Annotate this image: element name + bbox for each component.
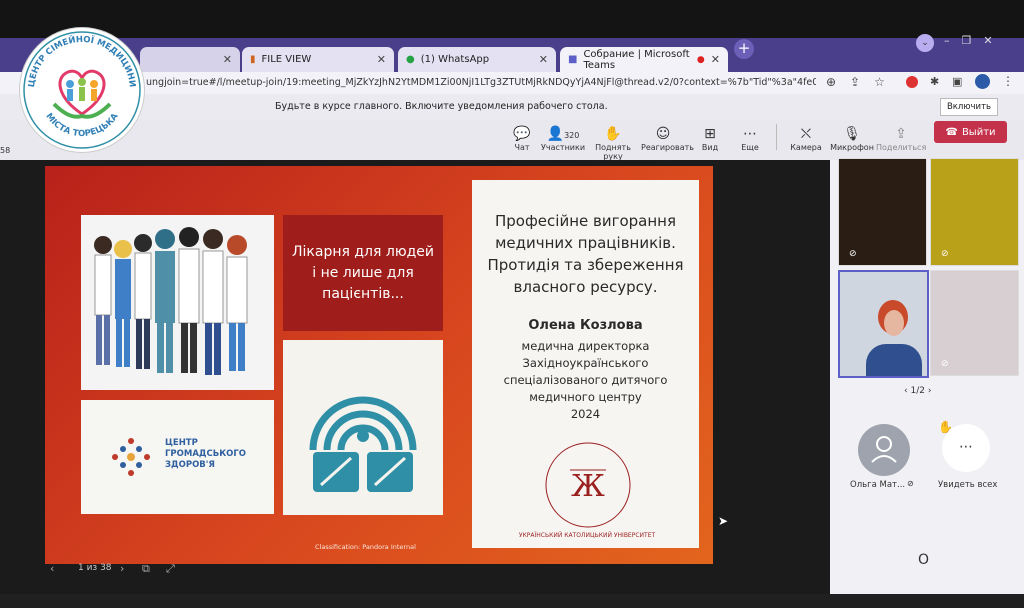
rail-pagination[interactable]: ‹ 1/2 › bbox=[904, 386, 931, 396]
close-icon[interactable]: ✕ bbox=[377, 53, 386, 66]
svg-text:Ж: Ж bbox=[571, 469, 605, 504]
center-logo-line: ЦЕНТР bbox=[165, 438, 198, 448]
toolbar-divider bbox=[776, 124, 777, 150]
university-name: УКРАЇНСЬКИЙ КАТОЛИЦЬКИЙ УНІВЕРСИТЕТ bbox=[518, 532, 656, 539]
video-tile[interactable]: ⊘ bbox=[930, 158, 1019, 266]
tab-label: FILE VIEW bbox=[261, 54, 312, 65]
tab-file-view[interactable]: ▮ FILE VIEW ✕ bbox=[242, 47, 394, 72]
video-tile[interactable]: ⊘ bbox=[838, 158, 927, 266]
puzzle-icon[interactable]: ✱ bbox=[930, 75, 939, 88]
mouse-cursor-icon: ➤ bbox=[718, 514, 729, 528]
fullscreen-icon[interactable]: ⤢ bbox=[166, 562, 175, 576]
address-bar[interactable]: ungjoin=true#/l/meetup-join/19:meeting_M… bbox=[0, 72, 1024, 94]
slogan-line: і не лише для bbox=[312, 264, 414, 281]
tab-teams[interactable]: ■ Собрание | Microsoft Teams ● ✕ bbox=[560, 47, 728, 72]
participants-button[interactable]: 👤320 Участники bbox=[541, 126, 585, 152]
url-text: ungjoin=true#/l/meetup-join/19:meeting_M… bbox=[146, 77, 816, 88]
view-button[interactable]: ⊞ Вид bbox=[688, 126, 732, 152]
taskbar bbox=[0, 594, 1024, 608]
center-logo-line: ЗДОРОВ'Я bbox=[165, 460, 215, 470]
notification-text: Будьте в курсе главного. Включите уведом… bbox=[275, 101, 608, 112]
more-button[interactable]: ⋯ Еще bbox=[728, 126, 772, 152]
profile-avatar[interactable] bbox=[975, 74, 990, 89]
dots-logo-icon bbox=[112, 438, 150, 476]
whatsapp-icon: ● bbox=[406, 54, 415, 65]
public-health-center-logo: ЦЕНТР ГРОМАДСЬКОГО ЗДОРОВ'Я bbox=[81, 400, 274, 514]
ellipsis-icon: ⋯ bbox=[743, 126, 757, 142]
toolbar-icons[interactable]: ⊕⇪☆ bbox=[826, 75, 899, 89]
chat-icon: 💬 bbox=[513, 126, 531, 142]
grid-icon: ⊞ bbox=[704, 126, 716, 142]
tab-search-icon[interactable]: ⌄ bbox=[916, 34, 934, 52]
menu-icon[interactable]: ⋮ bbox=[1002, 74, 1014, 88]
close-icon[interactable]: ✕ bbox=[711, 53, 720, 66]
next-slide-icon[interactable]: › bbox=[120, 562, 124, 575]
mic-button[interactable]: 🎙 Микрофон bbox=[828, 126, 876, 152]
speaker-body bbox=[866, 344, 922, 376]
mic-off-icon: ⊘ bbox=[849, 249, 857, 259]
new-tab-button[interactable]: + bbox=[734, 39, 754, 59]
tab-label: (1) WhatsApp bbox=[420, 54, 490, 65]
participant-avatar[interactable] bbox=[858, 424, 910, 476]
person-icon bbox=[871, 436, 897, 463]
slogan-line: пацієнтів... bbox=[322, 285, 404, 302]
center-logo-line: ГРОМАДСЬКОГО bbox=[165, 449, 247, 459]
mic-off-icon: ⊘ bbox=[907, 479, 914, 488]
close-icon[interactable]: ✕ bbox=[223, 53, 232, 66]
hand-icon: ✋ bbox=[604, 126, 622, 142]
share-icon: ⇪ bbox=[895, 126, 907, 142]
organization-logo-box bbox=[283, 340, 443, 515]
rail-bottom-letter: O bbox=[918, 552, 930, 568]
medical-staff-illustration bbox=[81, 215, 274, 390]
video-tile[interactable]: ⊘ bbox=[930, 270, 1019, 376]
people-icon: 👤320 bbox=[546, 126, 580, 142]
smiley-icon: ☺ bbox=[655, 126, 671, 142]
participant-name: Ольга Мат... bbox=[850, 480, 906, 490]
phone-icon: ☎ bbox=[945, 126, 958, 138]
mic-off-icon: ⊘ bbox=[941, 249, 949, 259]
clinic-logo-badge: ЦЕНТР СІМЕЙНОЇ МЕДИЦИНИ МІСТА ТОРЕЦЬКА bbox=[20, 28, 144, 152]
leave-button[interactable]: ☎ Выйти bbox=[934, 121, 1007, 143]
extension-icon[interactable] bbox=[906, 76, 918, 88]
slide-title: Професійне вигорання медичних працівникі… bbox=[487, 212, 684, 296]
chat-button[interactable]: 💬 Чат bbox=[500, 126, 544, 152]
tab-label: Собрание | Microsoft Teams bbox=[583, 48, 690, 71]
hospital-slogan-box: Лікарня для людей і не лише для пацієнті… bbox=[283, 215, 443, 331]
notification-bar: Будьте в курсе главного. Включите уведом… bbox=[0, 94, 1024, 120]
mic-off-icon: ⊘ bbox=[941, 359, 949, 369]
teams-icon: ■ bbox=[568, 54, 578, 65]
classification-label: Classification: Pandora Internal bbox=[315, 543, 416, 551]
enable-notifications-button[interactable]: Включить bbox=[940, 98, 998, 116]
slogan-line: Лікарня для людей bbox=[292, 243, 434, 260]
tab-partial[interactable]: ✕ bbox=[140, 47, 240, 72]
raise-hand-button[interactable]: ✋ Поднять руку bbox=[588, 126, 638, 161]
mic-off-icon: 🎙 bbox=[843, 126, 861, 142]
sidebar-icon[interactable]: ▣ bbox=[952, 75, 962, 88]
prev-slide-icon[interactable]: ‹ bbox=[50, 562, 54, 575]
react-button[interactable]: ☺ Реагировать bbox=[641, 126, 694, 152]
tab-whatsapp[interactable]: ● (1) WhatsApp ✕ bbox=[398, 47, 556, 72]
speaker-face bbox=[884, 310, 904, 336]
window-controls[interactable]: –❐✕ bbox=[944, 34, 1005, 47]
camera-off-icon: ⛌ bbox=[800, 126, 812, 142]
author-role: медична директорка Західноукраїнського с… bbox=[503, 339, 668, 421]
slide-view-icon[interactable]: ⧉ bbox=[142, 562, 150, 576]
slide-counter: 1 из 38 bbox=[78, 563, 112, 573]
share-button[interactable]: ⇪ Поделиться bbox=[876, 126, 926, 152]
see-all-label: Увидеть всех bbox=[938, 480, 998, 490]
active-speaker-tile[interactable] bbox=[838, 270, 929, 378]
author-name: Олена Козлова bbox=[528, 318, 643, 333]
meeting-timer: 58 bbox=[0, 146, 11, 155]
recording-icon: ● bbox=[696, 54, 705, 65]
book-logo-icon bbox=[309, 396, 417, 492]
file-icon: ▮ bbox=[250, 54, 256, 65]
camera-button[interactable]: ⛌ Камера bbox=[784, 126, 828, 152]
slide-title-panel: Професійне вигорання медичних працівникі… bbox=[472, 180, 699, 548]
close-icon[interactable]: ✕ bbox=[539, 53, 548, 66]
hand-icon: ✋ bbox=[938, 420, 953, 434]
university-seal-icon: Ж bbox=[545, 442, 631, 528]
